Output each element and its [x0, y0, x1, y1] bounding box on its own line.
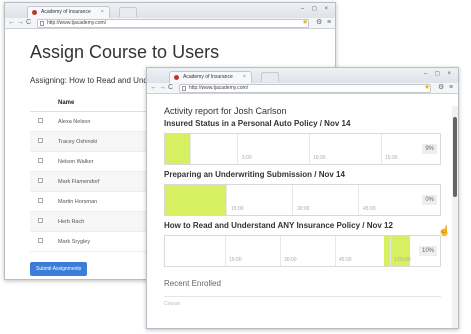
back-icon[interactable]: ←	[150, 84, 157, 92]
window-controls[interactable]: – ◻ ×	[301, 5, 331, 12]
recent-enrolled-heading: Recent Enrolled	[164, 279, 221, 288]
submit-assignments-button[interactable]: Submit Assignments	[30, 262, 88, 276]
timeline-tick: 15:00	[231, 206, 244, 212]
bookmark-star-icon[interactable]: ★	[302, 19, 308, 27]
progress-percent: 10%	[418, 246, 437, 256]
timeline-tick: 5:00	[242, 155, 252, 161]
timeline-divider	[390, 236, 391, 266]
timeline-divider	[190, 134, 191, 164]
favicon-icon	[174, 75, 179, 80]
course-timeline: 15:00 30:00 45:00 0%	[164, 184, 441, 216]
progress-percent: 9%	[422, 144, 437, 154]
user-checkbox[interactable]	[38, 198, 43, 203]
timeline-tick: 1:00:00	[394, 257, 411, 263]
timeline-divider	[381, 134, 382, 164]
user-checkbox[interactable]	[38, 238, 43, 243]
recent-column-header: Course	[164, 301, 181, 307]
reload-icon[interactable]: C	[168, 84, 173, 92]
timeline-divider	[309, 134, 310, 164]
timeline-divider	[292, 185, 293, 215]
tab-title: Academy of Insurance	[183, 74, 233, 80]
address-text: http://www.tjacademy.com/	[189, 85, 249, 91]
user-checkbox[interactable]	[38, 178, 43, 183]
address-bar[interactable]: http://www.tjacademy.com/	[179, 84, 431, 93]
timeline-divider	[237, 134, 238, 164]
progress-percent: 0%	[422, 195, 437, 205]
user-checkbox[interactable]	[38, 158, 43, 163]
browser-tab[interactable]: Academy of Insurance ×	[27, 6, 110, 18]
address-text: http://www.tjacademy.com/	[47, 20, 107, 26]
timeline-tick: 15:00	[385, 155, 398, 161]
activity-page: Activity report for Josh Carlson Insured…	[147, 106, 458, 328]
tab-title: Academy of Insurance	[41, 9, 91, 15]
timeline-divider	[225, 236, 226, 266]
timeline-tick: 15:00	[229, 257, 242, 263]
user-checkbox[interactable]	[38, 118, 43, 123]
forward-icon[interactable]: →	[159, 84, 166, 92]
timeline-tick: 45:00	[363, 206, 376, 212]
timeline-tick: 30:00	[284, 257, 297, 263]
timeline-divider	[280, 236, 281, 266]
mouse-cursor-icon: ☝	[438, 226, 451, 237]
browser-toolbar: ← → C http://www.tjacademy.com/ ★ ⚙ ≡	[5, 18, 335, 29]
scrollbar[interactable]	[452, 106, 458, 328]
page-icon	[40, 21, 44, 26]
activity-report-window: Academy of Insurance × – ◻ × ← → C http:…	[146, 67, 459, 329]
report-title: Activity report for Josh Carlson	[164, 106, 287, 116]
timeline-divider	[226, 185, 227, 215]
address-bar[interactable]: http://www.tjacademy.com/	[37, 19, 309, 28]
window-controls[interactable]: – ◻ ×	[424, 70, 454, 77]
timeline-divider	[335, 236, 336, 266]
timeline-tick: 10:00	[313, 155, 326, 161]
course-timeline: 15:00 30:00 45:00 1:00:00 10%	[164, 235, 441, 267]
close-tab-icon[interactable]: ×	[101, 7, 104, 18]
title-bar: Academy of Insurance × – ◻ ×	[147, 68, 458, 83]
recent-enrolled-list: Course	[164, 296, 441, 316]
progress-fill	[165, 134, 190, 164]
page-title: Assign Course to Users	[30, 42, 220, 62]
user-checkbox[interactable]	[38, 218, 43, 223]
new-tab-button[interactable]	[261, 72, 279, 82]
user-checkbox[interactable]	[38, 138, 43, 143]
timeline-tick: 30:00	[297, 206, 310, 212]
back-icon[interactable]: ←	[8, 19, 15, 27]
timeline-tick: 45:00	[339, 257, 352, 263]
favicon-icon	[32, 10, 37, 15]
title-bar: Academy of Insurance × – ◻ ×	[5, 3, 335, 18]
new-tab-button[interactable]	[119, 7, 137, 17]
browser-toolbar: ← → C http://www.tjacademy.com/ ★ ⚙ ≡	[147, 83, 458, 94]
forward-icon[interactable]: →	[17, 19, 24, 27]
course-title: How to Read and Understand ANY Insurance…	[164, 221, 393, 230]
settings-gear-icon[interactable]: ⚙	[438, 83, 444, 93]
course-timeline: 5:00 10:00 15:00 9%	[164, 133, 441, 165]
menu-icon[interactable]: ≡	[327, 18, 331, 28]
reload-icon[interactable]: C	[26, 19, 31, 27]
scrollbar-thumb[interactable]	[453, 117, 457, 197]
course-title: Insured Status in a Personal Auto Policy…	[164, 119, 351, 128]
bookmark-star-icon[interactable]: ★	[424, 84, 430, 92]
timeline-divider	[358, 185, 359, 215]
browser-tab[interactable]: Academy of Insurance ×	[169, 71, 252, 83]
menu-icon[interactable]: ≡	[449, 83, 453, 93]
settings-gear-icon[interactable]: ⚙	[316, 18, 322, 28]
progress-fill	[165, 185, 226, 215]
page-icon	[182, 86, 186, 91]
course-title: Preparing an Underwriting Submission / N…	[164, 170, 345, 179]
close-tab-icon[interactable]: ×	[243, 72, 246, 83]
